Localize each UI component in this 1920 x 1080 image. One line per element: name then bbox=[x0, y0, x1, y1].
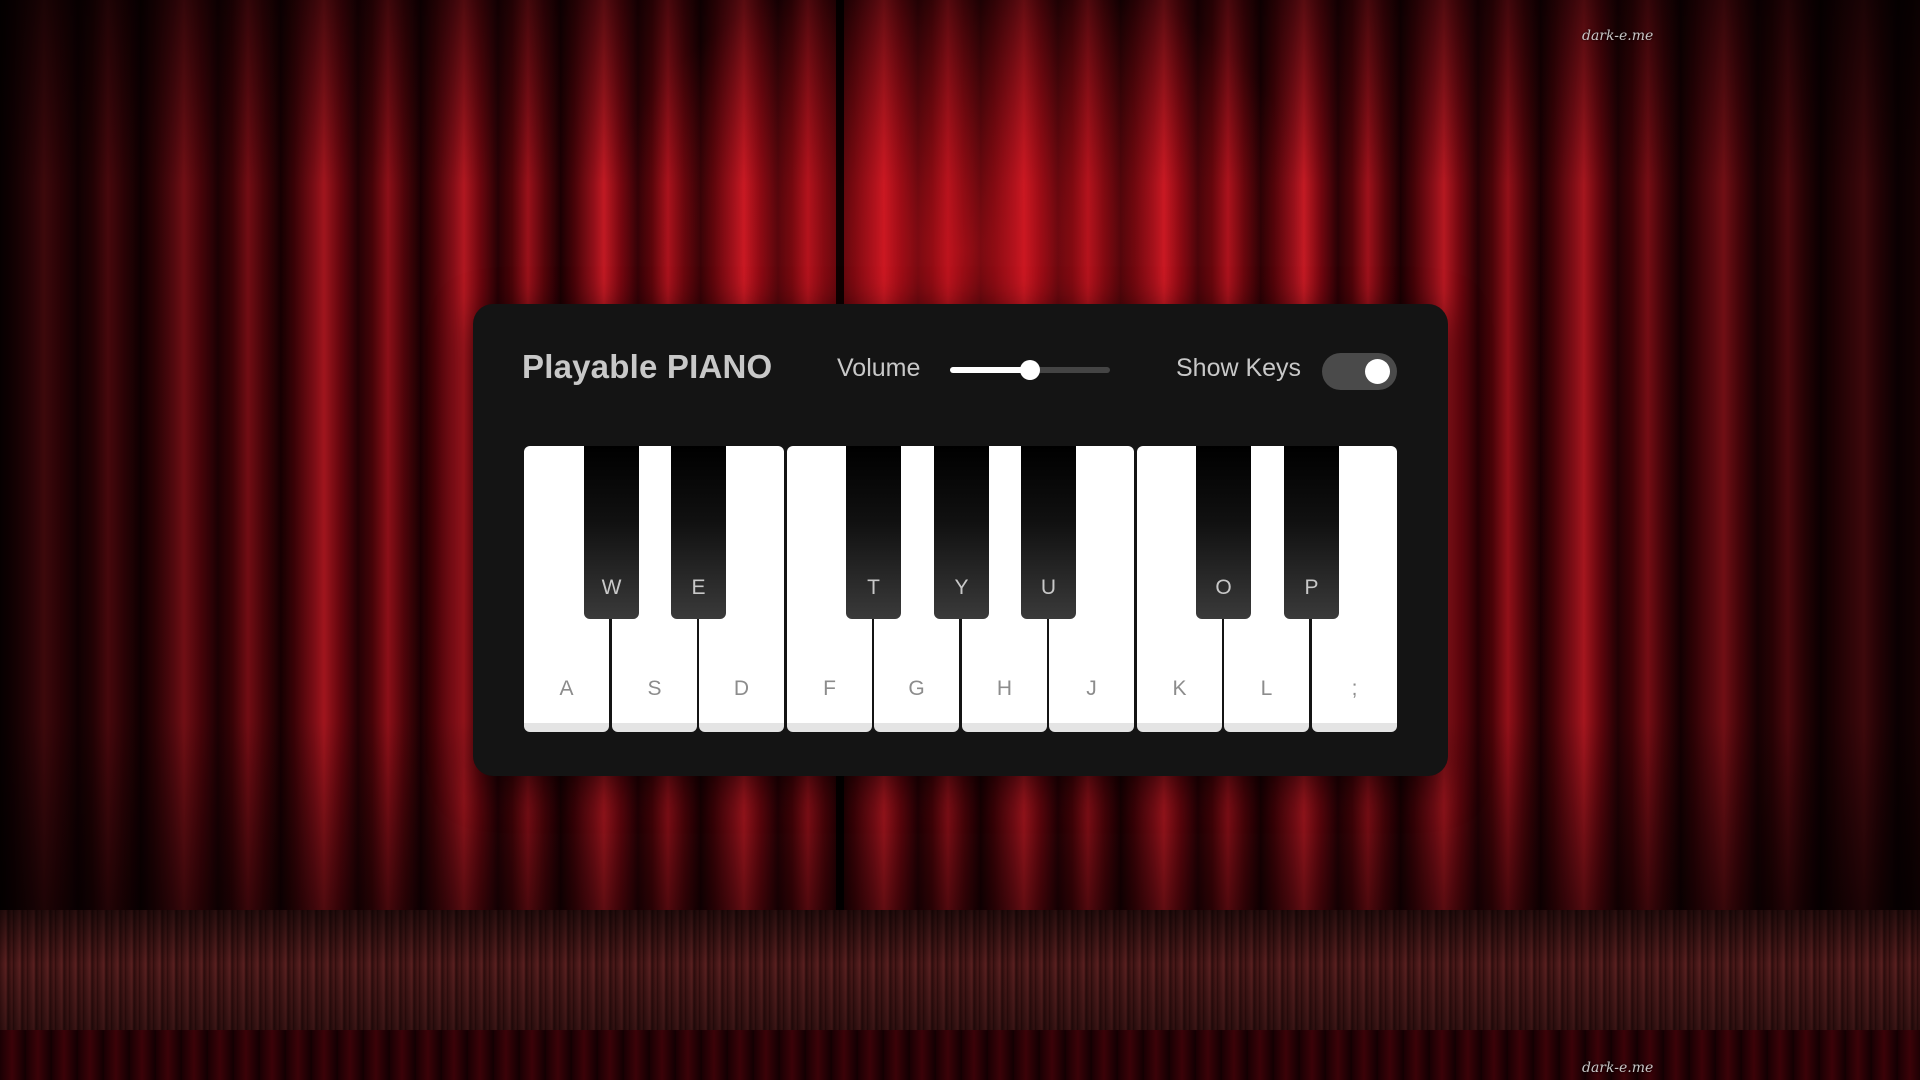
black-key[interactable]: E bbox=[671, 446, 726, 619]
white-key-label: G bbox=[908, 677, 925, 700]
piano-panel: Playable PIANO Volume Show Keys A S D F G H J K… bbox=[473, 304, 1448, 776]
volume-slider[interactable] bbox=[950, 360, 1110, 380]
white-key-label: F bbox=[823, 677, 836, 700]
black-key[interactable]: P bbox=[1284, 446, 1339, 619]
black-key-label: Y bbox=[954, 576, 969, 599]
toggle-knob bbox=[1365, 359, 1390, 384]
black-key[interactable]: O bbox=[1196, 446, 1251, 619]
volume-slider-fill bbox=[950, 367, 1030, 373]
stage-background: dark-e.me dark-e.me Playable PIANO Volum… bbox=[0, 0, 1920, 1080]
black-key[interactable]: U bbox=[1021, 446, 1076, 619]
volume-label: Volume bbox=[837, 354, 921, 382]
white-key-label: D bbox=[733, 677, 750, 700]
page-title: Playable PIANO bbox=[522, 348, 773, 385]
white-key-label: J bbox=[1086, 677, 1097, 700]
black-key-label: O bbox=[1215, 576, 1232, 599]
white-key-label: L bbox=[1260, 677, 1273, 700]
black-key[interactable]: T bbox=[846, 446, 901, 619]
stage-floor bbox=[0, 910, 1920, 1030]
black-key-label: E bbox=[691, 576, 706, 599]
white-key-label: H bbox=[996, 677, 1013, 700]
black-key-label: W bbox=[601, 576, 622, 599]
volume-slider-thumb[interactable] bbox=[1020, 360, 1040, 380]
show-keys-toggle[interactable] bbox=[1322, 353, 1397, 390]
white-key-label: K bbox=[1172, 677, 1187, 700]
black-key-label: T bbox=[867, 576, 880, 599]
watermark-bottom: dark-e.me bbox=[1582, 1060, 1654, 1076]
black-key[interactable]: Y bbox=[934, 446, 989, 619]
black-key-label: U bbox=[1040, 576, 1057, 599]
white-key-label: S bbox=[647, 677, 662, 700]
white-key-label: A bbox=[559, 677, 574, 700]
watermark-top: dark-e.me bbox=[1582, 28, 1654, 44]
white-key-label: ; bbox=[1351, 677, 1358, 700]
show-keys-label: Show Keys bbox=[1176, 354, 1302, 382]
black-key-label: P bbox=[1304, 576, 1319, 599]
black-key[interactable]: W bbox=[584, 446, 639, 619]
piano-keyboard: A S D F G H J K L; W E T Y U O P bbox=[524, 446, 1397, 736]
